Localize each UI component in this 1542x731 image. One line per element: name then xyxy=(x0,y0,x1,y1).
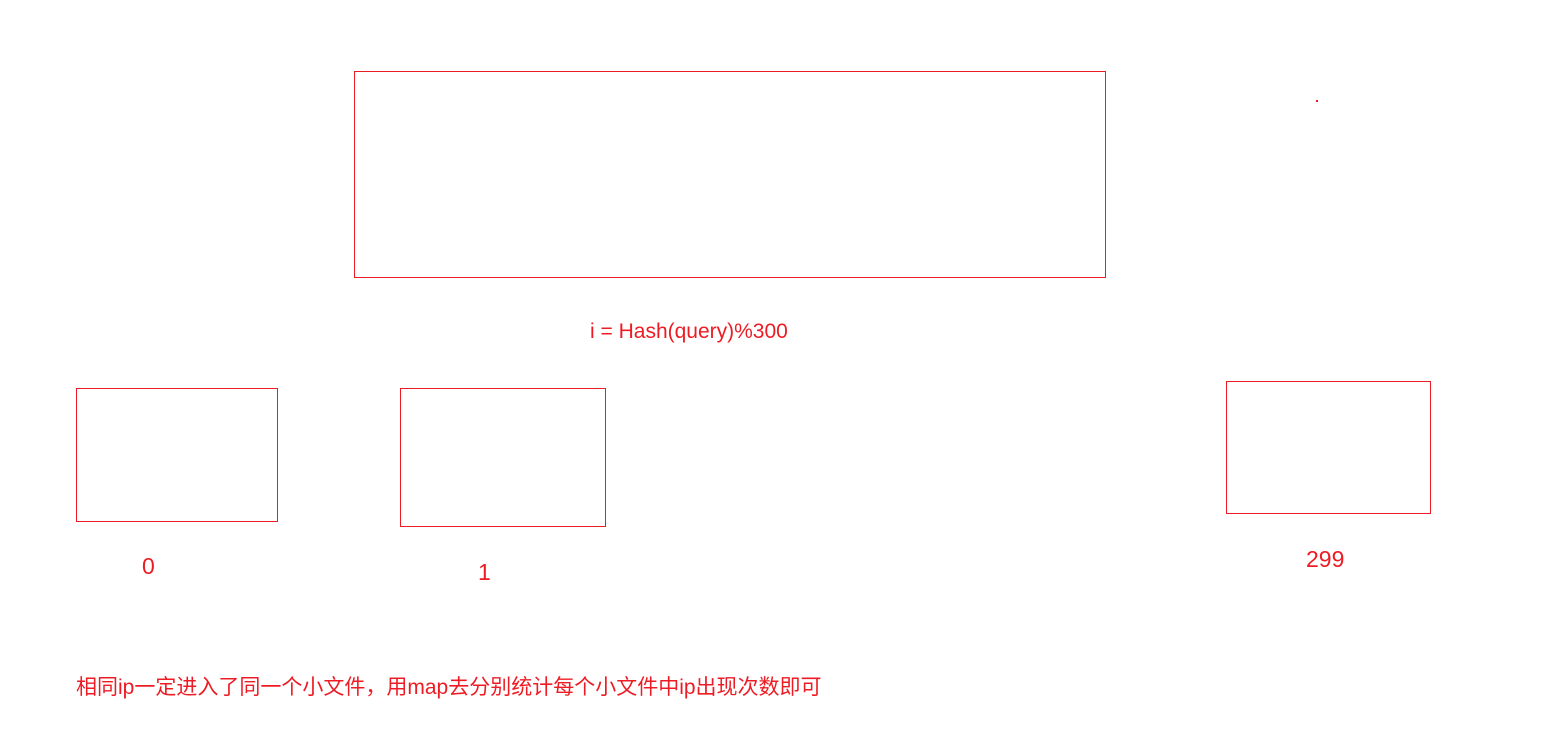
box-299-label: 299 xyxy=(1306,546,1344,573)
stray-dot xyxy=(1316,100,1318,102)
large-file-box xyxy=(354,71,1106,278)
box-0-label: 0 xyxy=(142,553,155,580)
box-1-label: 1 xyxy=(478,559,491,586)
small-file-box-0 xyxy=(76,388,278,522)
hash-formula-label: i = Hash(query)%300 xyxy=(590,320,788,344)
small-file-box-1 xyxy=(400,388,606,527)
small-file-box-299 xyxy=(1226,381,1431,514)
diagram-description: 相同ip一定进入了同一个小文件，用map去分别统计每个小文件中ip出现次数即可 xyxy=(76,671,822,701)
